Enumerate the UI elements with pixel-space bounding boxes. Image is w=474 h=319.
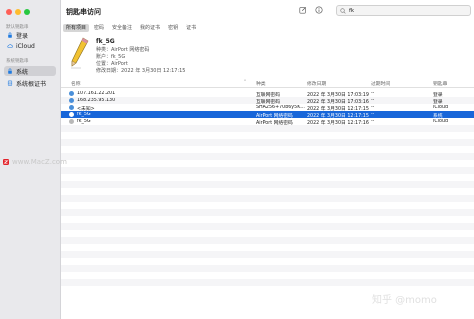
items-table: 名称 ⌃ 种类 修改日期 过期时间 钥匙串 107.161.22.201 互联网… — [61, 78, 474, 293]
minimize-button[interactable] — [15, 9, 21, 15]
header-keychain[interactable]: 钥匙串 — [433, 80, 447, 87]
cell-expires: -- — [371, 112, 375, 117]
sidebar-item-label: 系统根证书 — [16, 80, 47, 88]
tab-certificates[interactable]: 证书 — [183, 24, 199, 32]
window-title: 钥匙串访问 — [66, 8, 101, 16]
cell-name: 168.235.95.130 — [77, 98, 116, 103]
search-icon — [340, 7, 346, 14]
keychain-window: 默认钥匙串 登录 iCloud 系统钥匙串 系统 系统根证书 www.MacZ.… — [0, 0, 474, 319]
tab-all-items[interactable]: 所有项目 — [63, 24, 90, 32]
compose-icon[interactable] — [299, 6, 307, 14]
detail-modified: 修改日期：2022 年 3月30日 12:17:15 — [96, 68, 186, 74]
close-button[interactable] — [6, 9, 12, 15]
table-row[interactable]: fk_5G AirPort 网络密码 2022 年 3月30日 12:17:16… — [61, 118, 474, 126]
cabinet-icon — [7, 80, 13, 86]
search-field[interactable]: fk — [336, 5, 471, 16]
cell-expires: -- — [371, 98, 375, 103]
watermark-zhihu: 知乎 @momo — [372, 295, 437, 306]
tab-keys[interactable]: 密钥 — [165, 24, 181, 32]
sidebar-item-label: iCloud — [16, 42, 35, 50]
sidebar-item-label: 登录 — [16, 32, 29, 40]
table-row[interactable]: <未知> SHA256+70b6y5K... 2022 年 3月30日 12:1… — [61, 104, 474, 112]
cell-expires: -- — [371, 91, 375, 96]
info-icon[interactable] — [315, 6, 323, 14]
table-row[interactable]: 168.235.95.130 互联网密码 2022 年 3月30日 17:03:… — [61, 97, 474, 105]
cell-name: 107.161.22.201 — [77, 91, 116, 96]
header-name[interactable]: 名称 — [71, 80, 81, 87]
table-row[interactable]: 107.161.22.201 互联网密码 2022 年 3月30日 17:03:… — [61, 90, 474, 98]
detail-where: 位置：AirPort — [96, 61, 128, 67]
detail-name: fk_5G — [96, 38, 115, 45]
globe-icon — [69, 91, 74, 96]
sidebar-section-system: 系统钥匙串 — [6, 59, 29, 64]
lock-icon — [8, 68, 12, 74]
zoom-button[interactable] — [24, 9, 30, 15]
cell-name: fk_5G — [77, 112, 91, 117]
pencil-icon — [71, 37, 89, 69]
detail-kind: 种类：AirPort 网络密码 — [96, 47, 150, 53]
tab-secure-notes[interactable]: 安全备注 — [109, 24, 135, 32]
lock-icon — [8, 32, 12, 38]
watermark-mac: www.MacZ.com — [3, 158, 67, 166]
sidebar-item-system-roots[interactable]: 系统根证书 — [4, 78, 56, 88]
sidebar-item-label: 系统 — [16, 68, 29, 76]
cell-expires: -- — [371, 119, 375, 124]
key-icon — [69, 119, 74, 124]
sidebar-item-login[interactable]: 登录 — [4, 30, 56, 40]
sidebar-item-system[interactable]: 系统 — [4, 66, 56, 76]
header-kind[interactable]: 种类 — [256, 80, 266, 87]
watermark-mac-text: www.MacZ.com — [12, 158, 67, 166]
item-detail: fk_5G 种类：AirPort 网络密码 账户：fk_5G 位置：AirPor… — [61, 36, 474, 76]
cell-keychain: iCloud — [433, 105, 449, 110]
search-input[interactable]: fk — [349, 8, 354, 14]
cell-kind: SHA256+70b6y5K... — [256, 105, 305, 110]
table-row-selected[interactable]: fk_5G AirPort 网络密码 2022 年 3月30日 12:17:15… — [61, 111, 474, 119]
detail-account: 账户：fk_5G — [96, 54, 126, 60]
header-expires[interactable]: 过期时间 — [371, 80, 390, 87]
sort-chevron-icon[interactable]: ⌃ — [243, 80, 247, 85]
cloud-icon — [7, 44, 13, 48]
empty-stripes — [61, 125, 474, 293]
table-header: 名称 ⌃ 种类 修改日期 过期时间 钥匙串 — [61, 78, 474, 88]
main-pane: 钥匙串访问 fk 所有项目 密码 安全备注 我的证书 密钥 证书 fk_5G 种… — [61, 0, 474, 319]
tab-passwords[interactable]: 密码 — [91, 24, 107, 32]
header-modified[interactable]: 修改日期 — [307, 80, 326, 87]
cell-expires: -- — [371, 105, 375, 110]
titlebar: 钥匙串访问 fk — [61, 0, 474, 22]
cell-name: fk_5G — [77, 119, 91, 124]
sidebar-item-icloud[interactable]: iCloud — [4, 41, 56, 51]
key-icon — [69, 112, 74, 117]
z-logo-icon — [3, 159, 9, 165]
tab-my-certificates[interactable]: 我的证书 — [137, 24, 163, 32]
sidebar: 默认钥匙串 登录 iCloud 系统钥匙串 系统 系统根证书 www.MacZ.… — [0, 0, 67, 319]
globe-icon — [69, 98, 74, 103]
cell-keychain: iCloud — [433, 119, 449, 124]
window-controls — [6, 9, 30, 15]
category-tabs: 所有项目 密码 安全备注 我的证书 密钥 证书 — [61, 24, 199, 32]
globe-icon — [69, 105, 74, 110]
